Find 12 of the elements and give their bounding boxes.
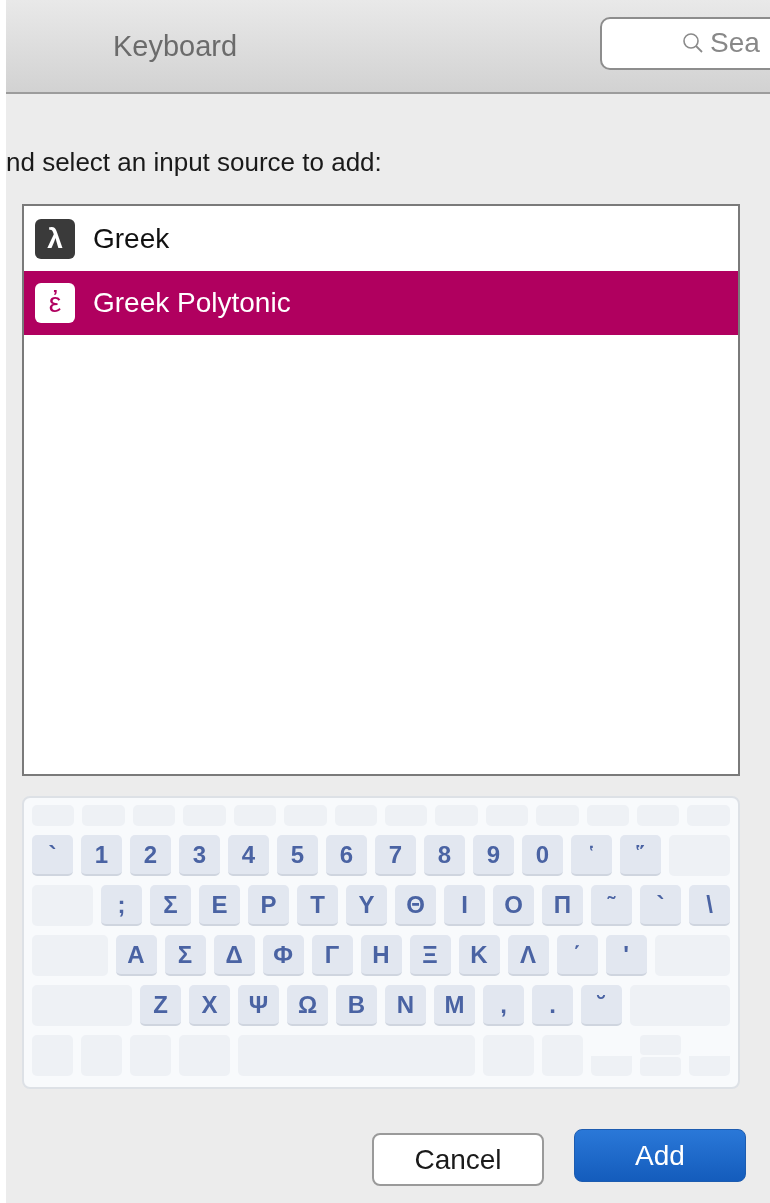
list-item[interactable]: ἐ Greek Polytonic bbox=[24, 271, 738, 335]
keyboard-drawing: ` 1 2 3 4 5 6 7 8 9 0 ῾ ῞ ; Σ Ε Ρ Τ Υ Θ Ι Ο Π ῀ ` \ Α Σ Δ Φ Γ Η Ξ Κ Λ ΄ ' Ζ Χ Ψ Ω Β Ν Μ , . ˘ bbox=[22, 796, 740, 1089]
cancel-button[interactable]: Cancel bbox=[372, 1133, 544, 1186]
search-placeholder: Sea bbox=[710, 27, 760, 59]
prompt-text: nd select an input source to add: bbox=[6, 146, 383, 178]
add-button[interactable]: Add bbox=[574, 1129, 746, 1182]
language-icon: λ bbox=[35, 219, 75, 259]
list-item[interactable]: λ Greek bbox=[24, 207, 738, 271]
language-icon: ἐ bbox=[35, 283, 75, 323]
search-field[interactable]: Sea bbox=[600, 16, 770, 70]
search-icon bbox=[682, 32, 704, 54]
window-title: Keyboard bbox=[113, 29, 238, 63]
